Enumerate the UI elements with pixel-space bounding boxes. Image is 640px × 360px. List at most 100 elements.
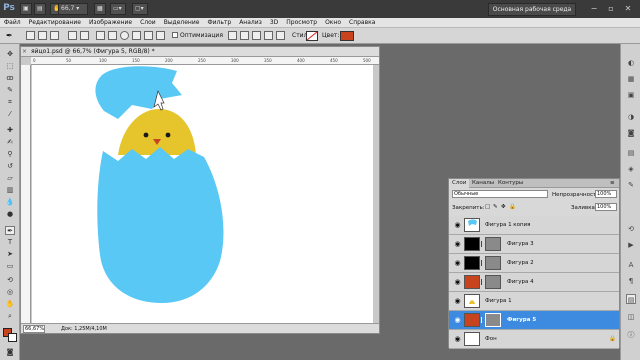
marquee-tool-icon[interactable]: ⬚ bbox=[5, 62, 15, 71]
minimize-button[interactable]: − bbox=[586, 3, 602, 15]
3d-rotate-tool-icon[interactable]: ⟲ bbox=[5, 276, 15, 285]
actions-panel-icon[interactable]: ▶ bbox=[626, 240, 636, 250]
zoom-level-dropdown[interactable]: 66,7 ▾ bbox=[58, 3, 88, 15]
eye-icon[interactable]: ◉ bbox=[453, 278, 462, 287]
arrange-documents-icon[interactable]: ▭▾ bbox=[110, 3, 126, 15]
panel-menu-icon[interactable]: ≡ bbox=[607, 179, 618, 188]
character-panel-icon[interactable]: A bbox=[626, 260, 636, 270]
menu-help[interactable]: Справка bbox=[349, 18, 375, 28]
menu-file[interactable]: Файл bbox=[4, 18, 21, 28]
styles-panel-icon[interactable]: ▣ bbox=[626, 90, 636, 100]
layer-row[interactable]: ◉ Фигура 1 bbox=[449, 292, 619, 311]
vertical-ruler[interactable] bbox=[21, 65, 31, 323]
pen-icon[interactable] bbox=[68, 31, 77, 40]
quick-mask-icon[interactable]: ◙ bbox=[5, 348, 15, 357]
swatches-panel-icon[interactable]: ▦ bbox=[626, 74, 636, 84]
path-selection-tool-icon[interactable]: ➤ bbox=[5, 250, 15, 259]
rounded-rectangle-icon[interactable] bbox=[108, 31, 117, 40]
blur-tool-icon[interactable]: 💧 bbox=[5, 198, 15, 207]
new-shape-layer-icon[interactable] bbox=[228, 31, 237, 40]
line-icon[interactable] bbox=[144, 31, 153, 40]
fill-input[interactable]: 100% bbox=[595, 203, 617, 211]
quick-select-tool-icon[interactable]: ✎ bbox=[5, 86, 15, 95]
layers-panel-icon[interactable]: ▤ bbox=[626, 148, 636, 158]
maximize-button[interactable]: ▫ bbox=[603, 3, 619, 15]
history-brush-tool-icon[interactable]: ↺ bbox=[5, 162, 15, 171]
3d-orbit-tool-icon[interactable]: ◎ bbox=[5, 288, 15, 297]
menu-window[interactable]: Окно bbox=[325, 18, 341, 28]
adjustments-panel-icon[interactable]: ◑ bbox=[626, 112, 636, 122]
layer-row[interactable]: ◉ Фигура 4 bbox=[449, 273, 619, 292]
layer-row[interactable]: ◉ Фон 🔒 bbox=[449, 330, 619, 349]
type-tool-icon[interactable]: T bbox=[5, 238, 15, 247]
lock-position-icon[interactable]: ✥ bbox=[501, 204, 506, 210]
dodge-tool-icon[interactable]: ● bbox=[5, 210, 15, 219]
eye-icon[interactable]: ◉ bbox=[453, 316, 462, 325]
history-panel-icon[interactable]: ⟲ bbox=[626, 224, 636, 234]
lasso-tool-icon[interactable]: ꝏ bbox=[5, 74, 15, 83]
layer-row[interactable]: ◉ Фигура 1 копия bbox=[449, 216, 619, 235]
subtract-shape-icon[interactable] bbox=[252, 31, 261, 40]
pen-tool-icon[interactable]: ✒ bbox=[6, 31, 15, 40]
freeform-pen-icon[interactable] bbox=[80, 31, 89, 40]
eraser-tool-icon[interactable]: ▱ bbox=[5, 174, 15, 183]
tab-channels[interactable]: Каналы bbox=[469, 179, 497, 188]
channels-panel-icon[interactable]: ◈ bbox=[626, 164, 636, 174]
ellipse-icon[interactable] bbox=[120, 31, 129, 40]
menu-filter[interactable]: Фильтр bbox=[207, 18, 231, 28]
shape-color-swatch[interactable] bbox=[340, 31, 354, 41]
shape-layers-icon[interactable] bbox=[26, 31, 35, 40]
workspace-switcher[interactable]: Основная рабочая среда bbox=[488, 3, 576, 16]
lock-pixels-icon[interactable]: ✎ bbox=[493, 204, 498, 210]
move-tool-icon[interactable]: ✥ bbox=[5, 50, 15, 59]
eye-icon[interactable]: ◉ bbox=[453, 259, 462, 268]
eye-icon[interactable]: ◉ bbox=[453, 221, 462, 230]
eye-icon[interactable]: ◉ bbox=[453, 335, 462, 344]
lock-all-icon[interactable]: 🔒 bbox=[509, 204, 516, 210]
horizontal-ruler[interactable]: 0 50 100 150 200 250 300 350 400 450 500 bbox=[31, 57, 379, 65]
add-to-shape-icon[interactable] bbox=[240, 31, 249, 40]
paragraph-panel-icon[interactable]: ¶ bbox=[626, 276, 636, 286]
grid-icon[interactable]: ▦ bbox=[94, 3, 106, 15]
paths-panel-icon[interactable]: ✎ bbox=[626, 180, 636, 190]
background-color-swatch[interactable] bbox=[8, 333, 17, 342]
lock-transparency-icon[interactable]: □ bbox=[485, 204, 490, 210]
pen-tool-icon-active[interactable]: ✒ bbox=[5, 226, 15, 235]
eyedropper-tool-icon[interactable]: ⁄ bbox=[5, 110, 15, 119]
zoom-input[interactable]: 66,67% bbox=[23, 325, 45, 333]
layer-row[interactable]: ◉ Фигура 2 bbox=[449, 254, 619, 273]
canvas[interactable] bbox=[32, 65, 373, 323]
navigator-panel-icon[interactable]: ◫ bbox=[626, 312, 636, 322]
fill-pixels-icon[interactable] bbox=[50, 31, 59, 40]
tab-paths[interactable]: Контуры bbox=[495, 179, 526, 188]
info-panel-icon[interactable]: ⓘ bbox=[626, 330, 636, 340]
menu-select[interactable]: Выделение bbox=[164, 18, 200, 28]
eye-icon[interactable]: ◉ bbox=[453, 240, 462, 249]
blend-mode-select[interactable]: Обычные bbox=[452, 190, 548, 198]
menu-edit[interactable]: Редактирование bbox=[29, 18, 81, 28]
eye-icon[interactable]: ◉ bbox=[453, 297, 462, 306]
polygon-icon[interactable] bbox=[132, 31, 141, 40]
document-close-icon[interactable]: × bbox=[22, 48, 27, 55]
close-button[interactable]: ✕ bbox=[620, 3, 636, 15]
style-picker[interactable] bbox=[306, 31, 318, 41]
layer-row[interactable]: ◉ Фигура 3 bbox=[449, 235, 619, 254]
shape-tool-icon[interactable]: ▭ bbox=[5, 262, 15, 271]
healing-brush-tool-icon[interactable]: ✚ bbox=[5, 126, 15, 135]
mini-bridge-icon[interactable]: ▤ bbox=[34, 3, 46, 15]
autoselect-checkbox[interactable] bbox=[172, 32, 178, 38]
menu-view[interactable]: Просмотр bbox=[286, 18, 317, 28]
intersect-shape-icon[interactable] bbox=[264, 31, 273, 40]
hand-tool-icon[interactable]: ✋ bbox=[5, 300, 15, 309]
paths-icon[interactable] bbox=[38, 31, 47, 40]
color-panel-icon[interactable]: ◐ bbox=[626, 58, 636, 68]
document-tab[interactable]: × яйцо1.psd @ 66,7% (Фигура 5, RGB/8) * bbox=[21, 47, 379, 57]
masks-panel-icon[interactable]: ◙ bbox=[626, 128, 636, 138]
screen-mode-icon[interactable]: ▢▾ bbox=[132, 3, 148, 15]
layer-row-selected[interactable]: ◉ Фигура 5 bbox=[449, 311, 619, 330]
bridge-icon[interactable]: ▣ bbox=[20, 3, 32, 15]
clone-stamp-tool-icon[interactable]: ⚲ bbox=[5, 150, 15, 159]
tab-layers[interactable]: Слои bbox=[449, 179, 470, 188]
rectangle-icon[interactable] bbox=[96, 31, 105, 40]
gradient-tool-icon[interactable]: ▥ bbox=[5, 186, 15, 195]
